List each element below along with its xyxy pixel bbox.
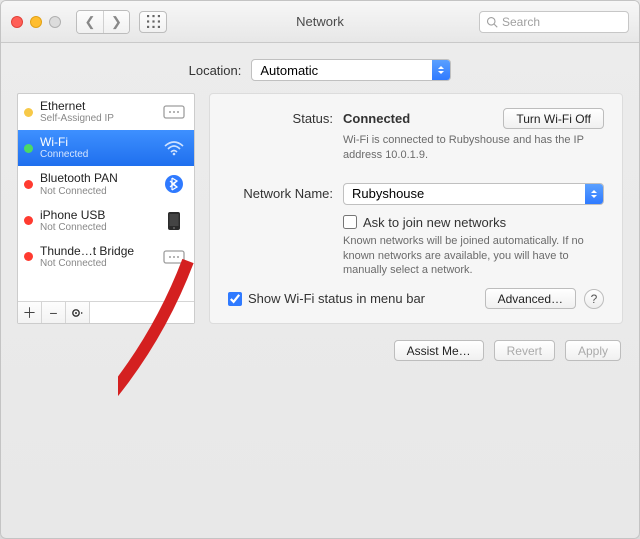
sidebar-toolbar: ＋ − xyxy=(18,301,194,323)
maximize-icon xyxy=(49,16,61,28)
forward-button: ❯ xyxy=(103,11,129,33)
status-description: Wi-Fi is connected to Rubyshouse and has… xyxy=(343,133,603,163)
service-name: Wi-Fi xyxy=(40,136,155,149)
show-all-button[interactable] xyxy=(139,11,167,33)
bluetooth-icon xyxy=(162,174,186,194)
advanced-button[interactable]: Advanced… xyxy=(485,288,576,309)
ethernet-icon xyxy=(162,247,186,267)
network-prefs-window: ❮ ❯ Network Search Location: Automatic E… xyxy=(0,0,640,539)
ethernet-icon xyxy=(162,102,186,122)
service-item-thunde-t-bridge[interactable]: Thunde…t BridgeNot Connected xyxy=(18,239,194,275)
service-status: Self-Assigned IP xyxy=(40,113,155,124)
show-status-checkbox[interactable]: Show Wi-Fi status in menu bar xyxy=(228,291,425,306)
service-sidebar: EthernetSelf-Assigned IPWi-FiConnectedBl… xyxy=(17,93,195,324)
add-service-button[interactable]: ＋ xyxy=(18,302,42,323)
apply-button: Apply xyxy=(565,340,621,361)
service-status: Not Connected xyxy=(40,258,155,269)
location-label: Location: xyxy=(189,63,242,78)
phone-icon xyxy=(162,211,186,231)
search-placeholder: Search xyxy=(502,15,540,29)
service-item-iphone-usb[interactable]: iPhone USBNot Connected xyxy=(18,203,194,239)
service-name: Ethernet xyxy=(40,100,155,113)
assist-me-button[interactable]: Assist Me… xyxy=(394,340,484,361)
grid-icon xyxy=(147,15,160,28)
service-status: Not Connected xyxy=(40,186,155,197)
detail-panel: Status: Connected Turn Wi-Fi Off Wi-Fi i… xyxy=(209,93,623,324)
service-item-wi-fi[interactable]: Wi-FiConnected xyxy=(18,130,194,166)
service-options-button[interactable] xyxy=(66,302,90,323)
search-input[interactable]: Search xyxy=(479,11,629,33)
service-name: Bluetooth PAN xyxy=(40,172,155,185)
location-row: Location: Automatic xyxy=(1,43,639,93)
network-name-select[interactable]: Rubyshouse xyxy=(343,183,604,205)
location-select[interactable]: Automatic xyxy=(251,59,451,81)
back-button[interactable]: ❮ xyxy=(77,11,103,33)
network-name-label: Network Name: xyxy=(228,183,343,201)
turn-wifi-off-button[interactable]: Turn Wi-Fi Off xyxy=(503,108,604,129)
close-icon[interactable] xyxy=(11,16,23,28)
status-dot xyxy=(24,252,33,261)
search-icon xyxy=(486,16,498,28)
status-dot xyxy=(24,108,33,117)
ask-join-description: Known networks will be joined automatica… xyxy=(343,234,603,279)
help-button[interactable]: ? xyxy=(584,289,604,309)
status-dot xyxy=(24,216,33,225)
service-name: iPhone USB xyxy=(40,209,155,222)
service-item-ethernet[interactable]: EthernetSelf-Assigned IP xyxy=(18,94,194,130)
service-item-bluetooth-pan[interactable]: Bluetooth PANNot Connected xyxy=(18,166,194,202)
remove-service-button[interactable]: − xyxy=(42,302,66,323)
revert-button: Revert xyxy=(494,340,555,361)
service-status: Connected xyxy=(40,149,155,160)
titlebar: ❮ ❯ Network Search xyxy=(1,1,639,43)
nav-buttons: ❮ ❯ xyxy=(76,10,130,34)
status-dot xyxy=(24,144,33,153)
gear-icon xyxy=(71,307,85,319)
ask-join-checkbox[interactable]: Ask to join new networks xyxy=(343,215,604,230)
window-controls xyxy=(11,16,61,28)
service-list: EthernetSelf-Assigned IPWi-FiConnectedBl… xyxy=(18,94,194,301)
service-name: Thunde…t Bridge xyxy=(40,245,155,258)
service-status: Not Connected xyxy=(40,222,155,233)
status-value: Connected xyxy=(343,111,410,126)
wifi-icon xyxy=(162,138,186,158)
minimize-icon[interactable] xyxy=(30,16,42,28)
bottom-buttons: Assist Me… Revert Apply xyxy=(1,340,639,377)
status-dot xyxy=(24,180,33,189)
status-label: Status: xyxy=(228,108,343,126)
